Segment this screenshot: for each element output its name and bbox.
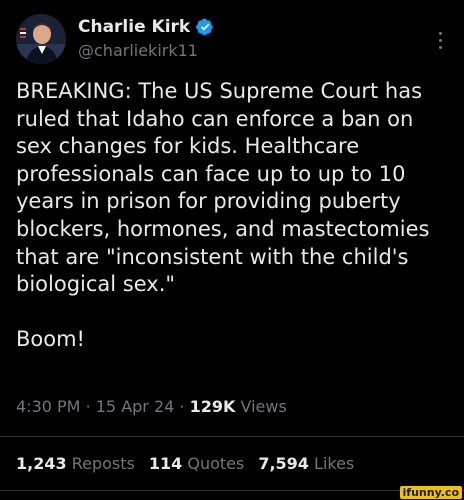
- views-count: 129K: [189, 397, 236, 416]
- likes-stat[interactable]: 7,594 Likes: [258, 454, 354, 473]
- more-dot: [438, 32, 442, 35]
- tweet-text-secondary: Boom!: [16, 326, 85, 351]
- likes-count: 7,594: [258, 454, 309, 473]
- tweet-text-main: BREAKING: The US Supreme Court has ruled…: [16, 79, 430, 297]
- quotes-count: 114: [148, 454, 183, 473]
- tweet-text: BREAKING: The US Supreme Court has ruled…: [16, 78, 452, 353]
- more-dot: [438, 39, 442, 42]
- tweet-time[interactable]: 4:30 PM: [16, 397, 80, 416]
- more-options-icon[interactable]: [436, 32, 444, 52]
- avatar[interactable]: [16, 14, 66, 64]
- tweet-header: Charlie Kirk @charliekirk11: [16, 14, 448, 66]
- author-identity: Charlie Kirk @charliekirk11: [78, 16, 398, 60]
- reposts-stat[interactable]: 1,243 Reposts: [16, 454, 135, 473]
- divider: [0, 436, 464, 437]
- quotes-label: Quotes: [187, 454, 245, 473]
- meta-separator: ·: [85, 397, 91, 416]
- tweet-date[interactable]: 15 Apr 24: [96, 397, 175, 416]
- quotes-stat[interactable]: 114 Quotes: [149, 454, 244, 473]
- divider: [0, 490, 464, 491]
- reposts-label: Reposts: [71, 454, 135, 473]
- views-label: Views: [240, 397, 287, 416]
- author-handle[interactable]: @charliekirk11: [78, 41, 398, 60]
- meta-separator: ·: [179, 397, 185, 416]
- author-display-name[interactable]: Charlie Kirk: [78, 17, 190, 37]
- avatar-image: [16, 14, 66, 64]
- more-dot: [438, 46, 442, 49]
- verified-badge-icon[interactable]: [196, 18, 214, 36]
- tweet-meta: 4:30 PM · 15 Apr 24 · 129K Views: [16, 397, 448, 416]
- reposts-count: 1,243: [16, 454, 67, 473]
- ifunny-watermark: ifunny.co: [399, 486, 462, 499]
- engagement-stats: 1,243 Reposts 114 Quotes 7,594 Likes: [16, 454, 456, 473]
- likes-label: Likes: [314, 454, 355, 473]
- name-row: Charlie Kirk: [78, 16, 398, 38]
